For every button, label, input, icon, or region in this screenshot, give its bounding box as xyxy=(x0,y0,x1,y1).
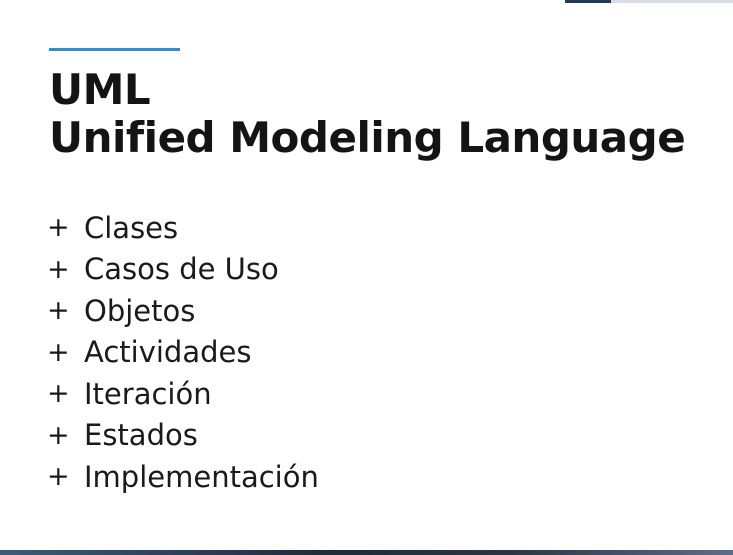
progress-remaining-segment xyxy=(611,0,733,3)
title-line-2: Unified Modeling Language xyxy=(49,113,686,162)
plus-icon: + xyxy=(47,253,70,285)
list-item-label: Estados xyxy=(84,418,198,453)
bottom-edge-bar xyxy=(0,550,733,555)
plus-icon: + xyxy=(47,419,70,451)
list-item-label: Actividades xyxy=(84,335,252,370)
list-item: + Iteración xyxy=(47,373,319,415)
list-item: + Objetos xyxy=(47,290,319,332)
slide-title: UML Unified Modeling Language xyxy=(49,66,729,162)
plus-icon: + xyxy=(47,336,70,368)
list-item-label: Implementación xyxy=(84,459,319,494)
title-line-1: UML xyxy=(49,65,151,114)
list-item: + Implementación xyxy=(47,456,319,498)
list-item: + Actividades xyxy=(47,332,319,374)
list-item: + Casos de Uso xyxy=(47,249,319,291)
list-item: + Estados xyxy=(47,415,319,457)
plus-icon: + xyxy=(47,295,70,327)
slide-progress-indicator xyxy=(565,0,733,3)
list-item-label: Casos de Uso xyxy=(84,252,279,287)
plus-icon: + xyxy=(47,461,70,493)
plus-icon: + xyxy=(47,212,70,244)
title-accent-bar xyxy=(49,48,180,51)
list-item-label: Iteración xyxy=(84,376,212,411)
slide: UML Unified Modeling Language + Clases +… xyxy=(0,0,733,555)
progress-filled-segment xyxy=(565,0,611,3)
list-item-label: Objetos xyxy=(84,293,196,328)
bullet-list: + Clases + Casos de Uso + Objetos + Acti… xyxy=(47,207,319,498)
list-item: + Clases xyxy=(47,207,319,249)
list-item-label: Clases xyxy=(84,210,179,245)
plus-icon: + xyxy=(47,378,70,410)
